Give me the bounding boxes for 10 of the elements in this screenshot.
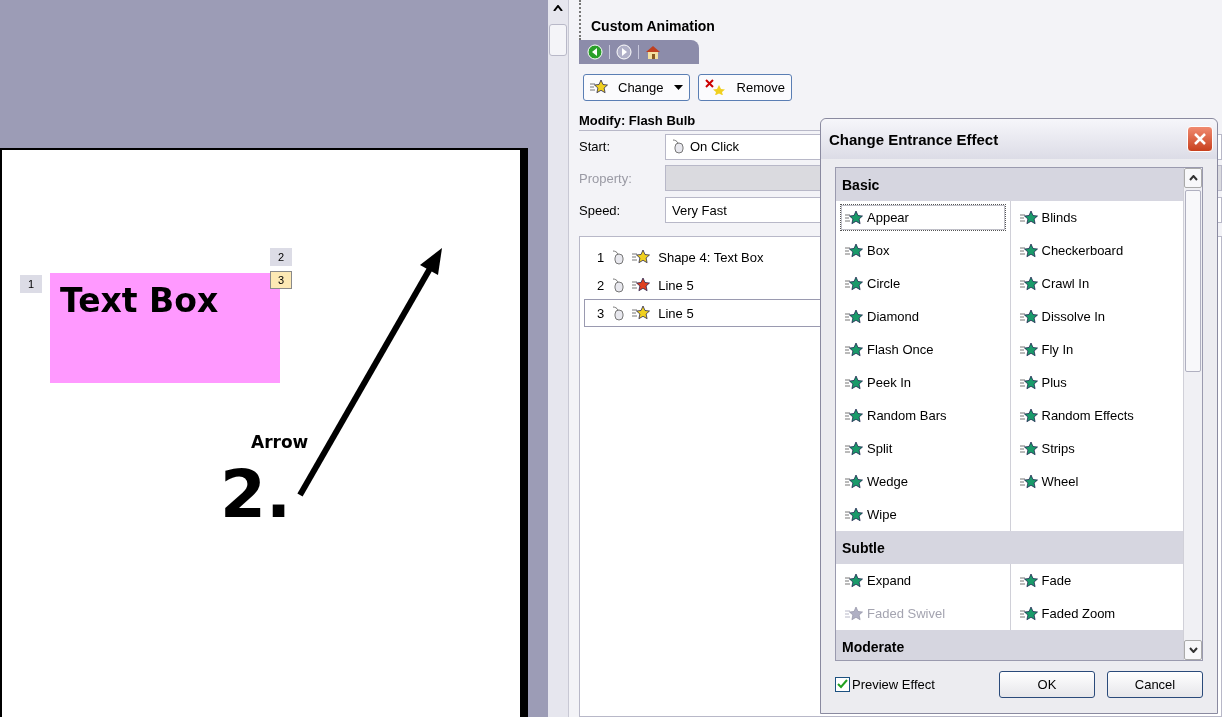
- text-box-text: Text Box: [60, 281, 219, 320]
- group-heading: Basic: [836, 168, 1183, 201]
- step-label: 2.: [220, 462, 291, 528]
- dialog-title: Change Entrance Effect: [829, 130, 999, 148]
- field-label: Speed:: [579, 202, 622, 218]
- group-heading: Subtle: [836, 531, 1183, 564]
- field-label: Property:: [579, 170, 633, 186]
- field-label: Start:: [579, 139, 612, 155]
- group-heading: Moderate: [836, 630, 1183, 660]
- arrow-label: Arrow: [251, 432, 309, 452]
